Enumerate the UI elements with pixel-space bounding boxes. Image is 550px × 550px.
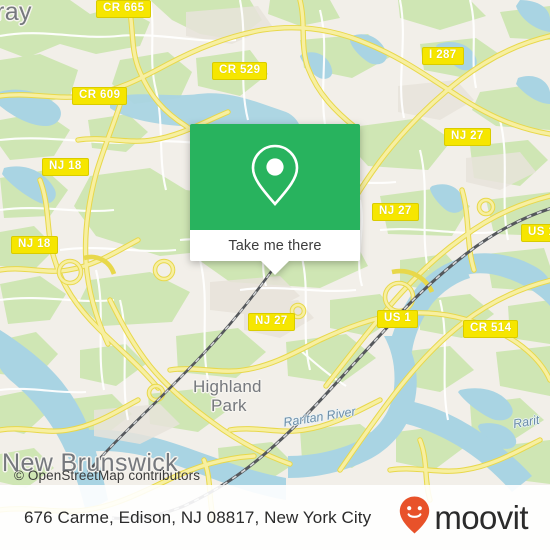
osm-attribution[interactable]: © OpenStreetMap contributors [14,468,200,483]
address-text: 676 Carme, Edison, NJ 08817, New York Ci… [24,507,372,527]
take-me-there-button[interactable]: Take me there [190,230,360,261]
moovit-logo[interactable]: moovit [398,495,529,540]
location-popup-card[interactable]: Take me there [190,124,360,275]
popup-pointer-tail [261,261,289,275]
bottom-bar: 676 Carme, Edison, NJ 08817, New York Ci… [0,485,550,550]
map-pin-icon [247,142,303,213]
moovit-wordmark: moovit [434,499,528,536]
moovit-smiley-pin-icon [398,495,431,540]
moovit-map-screen: ray Highland Park New Brunswick Raritan … [0,0,550,550]
popup-pin-panel [190,124,360,230]
